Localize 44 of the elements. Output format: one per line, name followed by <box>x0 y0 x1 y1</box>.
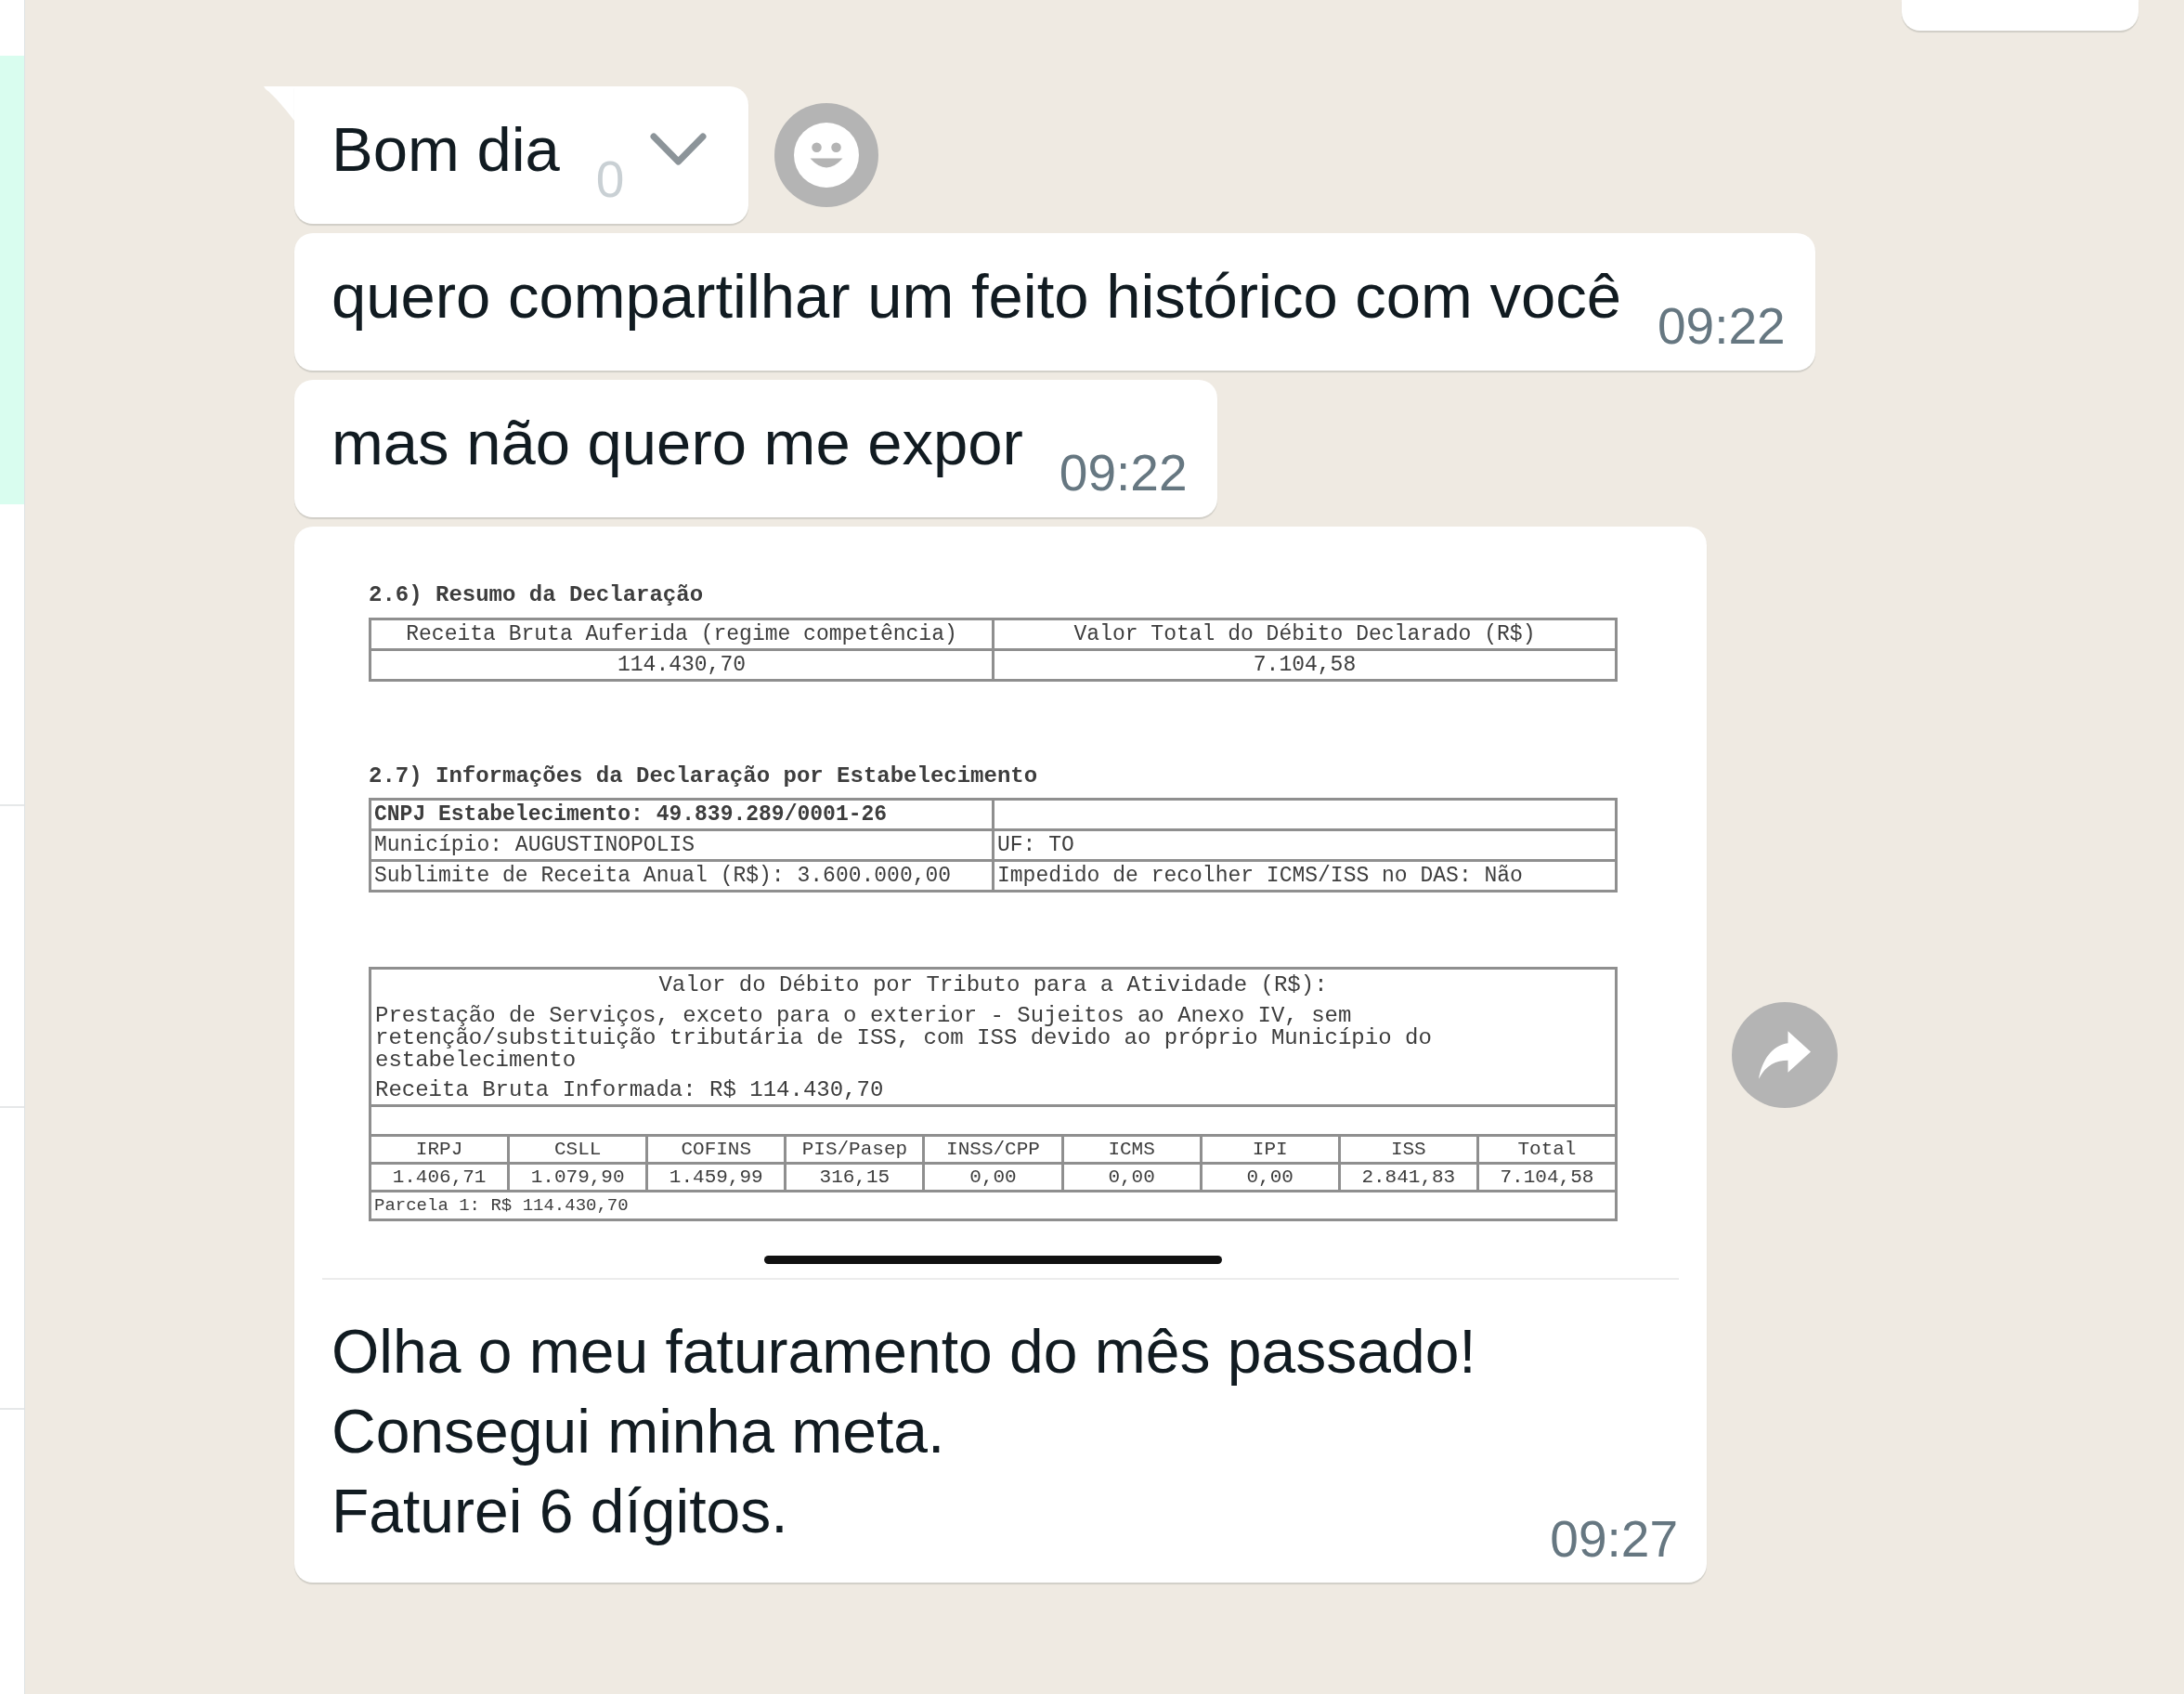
table-cell: 7.104,58 <box>1478 1165 1615 1190</box>
column-header: ISS <box>1340 1137 1476 1162</box>
column-header: Total <box>1478 1137 1615 1162</box>
table-cell: Sublimite de Receita Anual (R$): 3.600.000,00 <box>370 860 994 892</box>
table-cell: 2.841,83 <box>1340 1165 1476 1190</box>
smiley-icon <box>794 123 860 188</box>
column-header: Valor Total do Débito Declarado (R$) <box>993 619 1617 650</box>
message-time: 09:22 <box>1658 302 1786 350</box>
section-title: 2.6) Resumo da Declaração <box>369 582 705 608</box>
table-cell: 0,00 <box>1063 1165 1200 1190</box>
table-cell: 114.430,70 <box>370 649 994 681</box>
column-header: CSLL <box>510 1137 646 1162</box>
table-cell: Município: AUGUSTINOPOLIS <box>370 829 994 861</box>
table-cell: 1.459,99 <box>648 1165 785 1190</box>
activity-description: Prestação de Serviços, exceto para o exterior - Sujeitos ao Anexo IV, sem retenção/substituição tributária de ISS, com ISS devido ao próprio Município do estabelecimento <box>375 1005 1433 1072</box>
column-header: IRPJ <box>371 1137 508 1162</box>
column-header: IPI <box>1202 1137 1338 1162</box>
revenue-text: Receita Bruta Informada: R$ 114.430,70 <box>375 1077 885 1103</box>
message-time: 09:27 <box>1550 1515 1678 1563</box>
installment-text: Parcela 1: R$ 114.430,70 <box>373 1194 630 1218</box>
column-header: INSS/CPP <box>925 1137 1061 1162</box>
table-cell: 1.079,90 <box>510 1165 646 1190</box>
message-text: quero compartilhar um feito histórico com você <box>332 260 1621 332</box>
table-cell: 316,15 <box>786 1165 923 1190</box>
table-cell: Impedido de recolher ICMS/ISS no DAS: Não <box>993 860 1617 892</box>
table-title: Valor do Débito por Tributo para a Atividade (R$): <box>657 972 1329 998</box>
table-cell: 0,00 <box>1202 1165 1338 1190</box>
curved-arrow-icon <box>1759 1030 1811 1079</box>
message-text: Bom dia <box>332 113 560 186</box>
message-caption: Olha o meu faturamento do mês passado! Consegui minha meta. Faturei 6 dígitos. <box>332 1316 1476 1547</box>
message-text: mas não quero me expor <box>332 407 1023 479</box>
column-header: COFINS <box>648 1137 785 1162</box>
chevron-down-icon[interactable] <box>650 133 708 167</box>
table-cell: 7.104,58 <box>993 649 1617 681</box>
column-header: Receita Bruta Auferida (regime competência) <box>370 619 994 650</box>
table-cell: 1.406,71 <box>371 1165 508 1190</box>
column-header: ICMS <box>1063 1137 1200 1162</box>
table-cell: 0,00 <box>925 1165 1061 1190</box>
table-cell: UF: TO <box>993 829 1617 861</box>
message-time: 09:22 <box>1059 449 1188 497</box>
column-header: PIS/Pasep <box>786 1137 923 1162</box>
sidebar-item[interactable] <box>0 56 24 504</box>
section-title: 2.7) Informações da Declaração por Estabelecimento <box>369 763 1039 789</box>
table-cell: CNPJ Estabelecimento: 49.839.289/0001-26 <box>370 799 994 830</box>
